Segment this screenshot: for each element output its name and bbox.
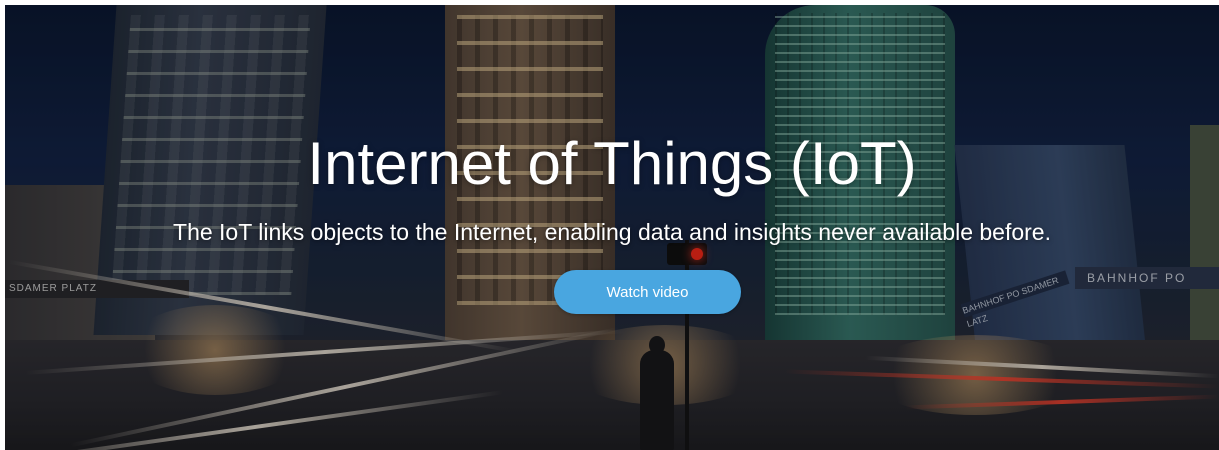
hero-title: Internet of Things (IoT): [307, 130, 917, 197]
hero-subtitle: The IoT links objects to the Internet, e…: [173, 219, 1051, 245]
hero-banner: SDAMER PLATZ BAHNHOF PO BAHNHOF PO SDAME…: [5, 5, 1219, 450]
hero-content: Internet of Things (IoT) The IoT links o…: [5, 5, 1219, 450]
watch-video-button[interactable]: Watch video: [554, 270, 741, 314]
